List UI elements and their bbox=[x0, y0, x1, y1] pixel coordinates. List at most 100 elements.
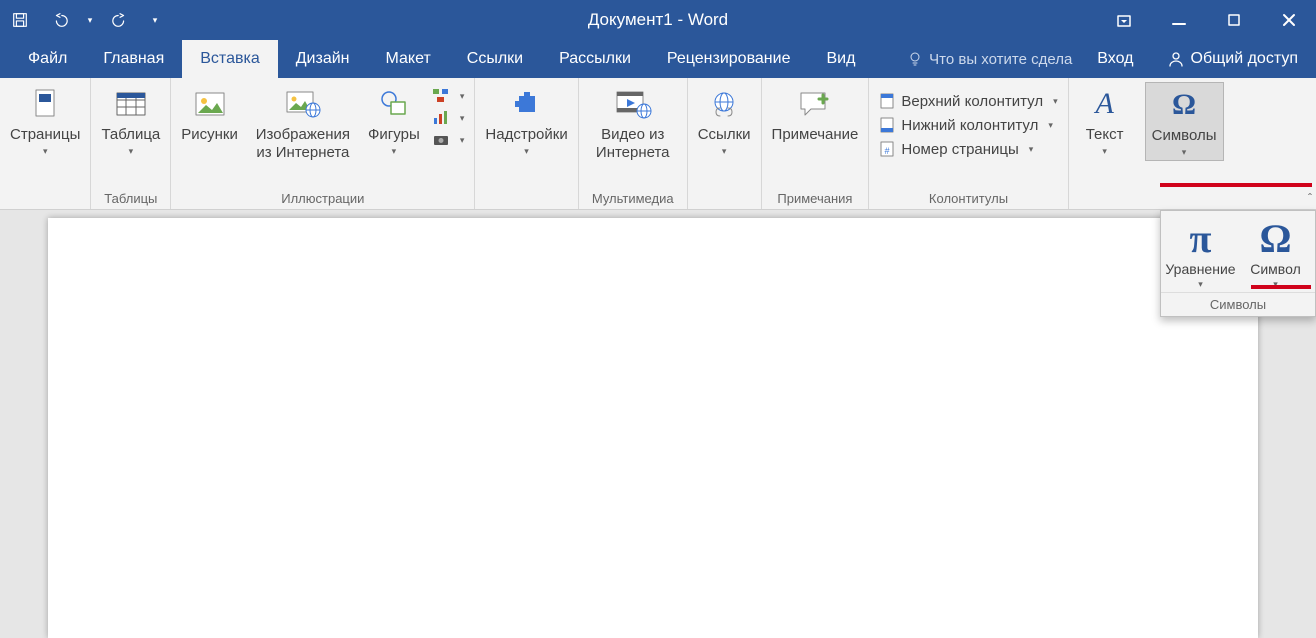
quick-access-toolbar: ▾ ▾ bbox=[0, 0, 170, 40]
online-video-button[interactable]: Видео из Интернета bbox=[583, 82, 683, 164]
chevron-down-icon: ▾ bbox=[1053, 96, 1058, 107]
online-pictures-button[interactable]: Изображения из Интернета bbox=[244, 82, 362, 164]
group-hf-label: Колонтитулы bbox=[873, 189, 1063, 209]
chevron-down-icon: ▾ bbox=[43, 146, 48, 157]
tab-insert[interactable]: Вставка bbox=[182, 40, 277, 78]
chevron-down-icon: ▾ bbox=[460, 135, 465, 146]
group-illustrations: Рисунки Изображения из Интернета Фигуры … bbox=[171, 78, 475, 209]
screenshot-button[interactable]: ▾ bbox=[426, 130, 471, 150]
document-page[interactable] bbox=[48, 218, 1258, 638]
pictures-button[interactable]: Рисунки bbox=[175, 82, 244, 146]
share-person-icon bbox=[1167, 50, 1185, 68]
hf-buttons: Верхний колонтитул ▾ Нижний колонтитул ▾… bbox=[873, 82, 1063, 160]
share-button[interactable]: Общий доступ bbox=[1149, 40, 1316, 78]
tab-file[interactable]: Файл bbox=[10, 40, 85, 78]
tab-design[interactable]: Дизайн bbox=[278, 40, 368, 78]
chevron-down-icon: ▾ bbox=[1029, 144, 1034, 155]
pages-button[interactable]: Страницы ▾ bbox=[4, 82, 86, 159]
omega-icon: Ω bbox=[1172, 88, 1196, 122]
group-symbols: Ω Символы ▾ bbox=[1141, 78, 1228, 209]
title-bar: ▾ ▾ Документ1 - Word bbox=[0, 0, 1316, 40]
maximize-button[interactable] bbox=[1206, 0, 1261, 40]
save-icon bbox=[11, 11, 29, 29]
pi-icon: π bbox=[1190, 217, 1212, 261]
chart-button[interactable]: ▾ bbox=[426, 108, 471, 128]
group-media: Видео из Интернета Мультимедиа bbox=[579, 78, 688, 209]
redo-button[interactable] bbox=[100, 0, 140, 40]
textbox-icon: A bbox=[1095, 87, 1113, 121]
group-text-spacer bbox=[1073, 189, 1137, 209]
svg-text:#: # bbox=[885, 146, 890, 156]
group-links: Ссылки ▾ bbox=[688, 78, 762, 209]
minimize-icon bbox=[1171, 12, 1187, 28]
document-title: Документ1 - Word bbox=[588, 10, 728, 30]
online-picture-icon bbox=[283, 88, 323, 120]
popup-group-label: Символы bbox=[1161, 292, 1315, 316]
chevron-down-icon: ▾ bbox=[722, 146, 727, 157]
picture-icon bbox=[192, 89, 228, 119]
smartart-icon bbox=[432, 88, 450, 104]
header-label: Верхний колонтитул bbox=[901, 93, 1043, 110]
chevron-down-icon: ▾ bbox=[1198, 279, 1203, 290]
symbols-dropdown-popup: π Уравнение ▾ Ω Символ ▾ Символы bbox=[1160, 210, 1316, 317]
shapes-icon bbox=[377, 89, 411, 119]
symbol-label: Символ bbox=[1250, 261, 1300, 277]
symbols-label: Символы bbox=[1152, 127, 1217, 145]
tell-me-search[interactable]: Что вы хотите сдела bbox=[897, 40, 1082, 78]
addins-label: Надстройки bbox=[485, 126, 567, 144]
addins-button[interactable]: Надстройки ▾ bbox=[479, 82, 573, 159]
group-pages: Страницы ▾ bbox=[0, 78, 91, 209]
symbols-button[interactable]: Ω Символы ▾ bbox=[1145, 82, 1224, 161]
chevron-down-icon: ▾ bbox=[460, 113, 465, 124]
group-tables: Таблица ▾ Таблицы bbox=[91, 78, 171, 209]
document-area[interactable] bbox=[0, 210, 1316, 637]
chevron-down-icon: ▾ bbox=[524, 146, 529, 157]
tab-references[interactable]: Ссылки bbox=[449, 40, 541, 78]
group-comments: Примечание Примечания bbox=[762, 78, 870, 209]
undo-icon bbox=[51, 11, 69, 29]
shapes-button[interactable]: Фигуры ▾ bbox=[362, 82, 426, 159]
page-number-button[interactable]: # Номер страницы ▾ bbox=[873, 138, 1063, 160]
highlight-symbol-button bbox=[1251, 285, 1311, 289]
minimize-button[interactable] bbox=[1151, 0, 1206, 40]
tab-review[interactable]: Рецензирование bbox=[649, 40, 809, 78]
group-comments-label: Примечания bbox=[766, 189, 865, 209]
sign-in-button[interactable]: Вход bbox=[1082, 40, 1148, 78]
undo-button[interactable] bbox=[40, 0, 80, 40]
illustrations-small-buttons: ▾ ▾ ▾ bbox=[426, 82, 471, 150]
tab-layout[interactable]: Макет bbox=[368, 40, 449, 78]
group-addins-spacer bbox=[479, 189, 573, 209]
comment-button[interactable]: Примечание bbox=[766, 82, 865, 146]
save-button[interactable] bbox=[0, 0, 40, 40]
ribbon-display-options-button[interactable] bbox=[1096, 0, 1151, 40]
smartart-button[interactable]: ▾ bbox=[426, 86, 471, 106]
ribbon-tabstrip: Файл Главная Вставка Дизайн Макет Ссылки… bbox=[0, 40, 1316, 78]
tab-mailings[interactable]: Рассылки bbox=[541, 40, 649, 78]
footer-label: Нижний колонтитул bbox=[901, 117, 1038, 134]
equation-button[interactable]: π Уравнение ▾ bbox=[1163, 217, 1238, 290]
chevron-down-icon: ▾ bbox=[129, 146, 134, 157]
collapse-ribbon-button[interactable]: ˆ bbox=[1308, 191, 1312, 205]
group-links-spacer bbox=[692, 189, 757, 209]
group-symbols-spacer bbox=[1145, 189, 1224, 209]
tab-view[interactable]: Вид bbox=[808, 40, 873, 78]
tell-me-placeholder: Что вы хотите сдела bbox=[929, 51, 1072, 68]
comment-label: Примечание bbox=[772, 126, 859, 144]
qat-customize-button[interactable]: ▾ bbox=[140, 0, 170, 40]
group-pages-spacer bbox=[4, 189, 86, 209]
online-pictures-label: Изображения из Интернета bbox=[250, 126, 356, 162]
qat-dropdown-1[interactable]: ▾ bbox=[80, 0, 100, 40]
header-button[interactable]: Верхний колонтитул ▾ bbox=[873, 90, 1063, 112]
tab-home[interactable]: Главная bbox=[85, 40, 182, 78]
footer-button[interactable]: Нижний колонтитул ▾ bbox=[873, 114, 1063, 136]
table-button[interactable]: Таблица ▾ bbox=[95, 82, 166, 159]
page-number-icon: # bbox=[879, 140, 895, 158]
chevron-down-icon: ▾ bbox=[1102, 146, 1107, 157]
symbol-button[interactable]: Ω Символ ▾ bbox=[1238, 217, 1313, 290]
links-button[interactable]: Ссылки ▾ bbox=[692, 82, 757, 159]
text-button[interactable]: A Текст ▾ bbox=[1073, 82, 1137, 159]
chevron-down-icon: ▾ bbox=[1048, 120, 1053, 131]
close-button[interactable] bbox=[1261, 0, 1316, 40]
comment-icon bbox=[797, 89, 833, 119]
links-label: Ссылки bbox=[698, 126, 751, 144]
